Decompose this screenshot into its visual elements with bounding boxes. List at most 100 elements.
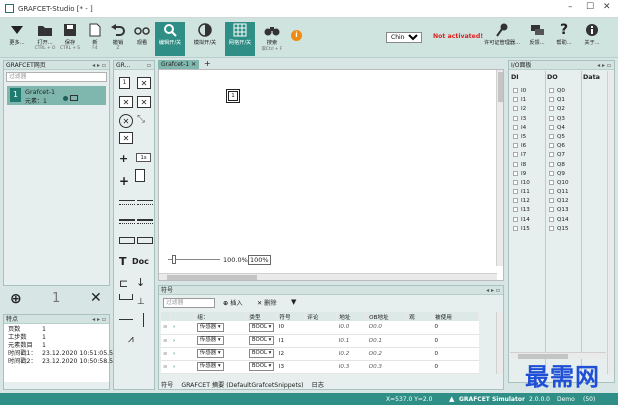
type-dropdown[interactable]: BOOL ▾ bbox=[248, 362, 275, 371]
canvas-vscrollbar[interactable] bbox=[496, 70, 503, 266]
col-group[interactable]: 组： bbox=[194, 312, 248, 321]
di-item[interactable]: I10 bbox=[513, 179, 530, 189]
pages-filter-input[interactable]: 过滤器 bbox=[6, 72, 107, 82]
timer-tool[interactable]: 1s bbox=[136, 153, 151, 162]
di-checkbox[interactable] bbox=[513, 179, 518, 185]
do-item[interactable]: Q10 bbox=[549, 179, 569, 189]
col-view[interactable]: 观 bbox=[406, 312, 434, 321]
do-checkbox[interactable] bbox=[549, 179, 554, 185]
row-handle-icon[interactable]: ≡ bbox=[163, 324, 168, 330]
tab-grafcet-1[interactable]: Grafcet-1 ✕ bbox=[158, 60, 200, 69]
alternative-join-tool[interactable] bbox=[137, 200, 153, 205]
doc-tool[interactable]: Doc bbox=[132, 257, 149, 266]
action-tool[interactable] bbox=[119, 237, 135, 244]
step-tool[interactable]: 1 bbox=[119, 77, 130, 89]
do-item[interactable]: Q15 bbox=[549, 225, 569, 235]
add-tab-button[interactable]: + bbox=[204, 59, 211, 68]
symbols-vscrollbar[interactable] bbox=[496, 312, 503, 374]
comment-cell[interactable] bbox=[304, 334, 337, 348]
do-item[interactable]: Q8 bbox=[549, 161, 569, 171]
partial-grafcet-tool[interactable]: ✕ bbox=[119, 114, 133, 128]
di-item[interactable]: I4 bbox=[513, 124, 530, 134]
do-item[interactable]: Q11 bbox=[549, 189, 569, 198]
ob-address-cell[interactable]: O0.2 bbox=[366, 347, 407, 361]
pin-icon[interactable]: ◂ ▸ ▫ bbox=[92, 315, 106, 324]
do-item[interactable]: Q4 bbox=[549, 124, 569, 134]
di-checkbox[interactable] bbox=[513, 133, 518, 139]
ob-address-cell[interactable]: O0.1 bbox=[366, 334, 407, 348]
do-item[interactable]: Q2 bbox=[549, 106, 569, 115]
type-dropdown[interactable]: BOOL ▾ bbox=[248, 349, 275, 358]
license-button[interactable]: 许可证管理器... bbox=[483, 22, 521, 56]
do-checkbox[interactable] bbox=[549, 152, 554, 158]
ob-address-cell[interactable]: O0.0 bbox=[366, 321, 407, 335]
do-checkbox[interactable] bbox=[549, 189, 554, 195]
comment-cell[interactable] bbox=[304, 360, 337, 374]
do-checkbox[interactable] bbox=[549, 106, 554, 112]
symbol-row[interactable]: ≡ › 传感器 ▾ BOOL ▾ I3 I0.3 O0.3 0 bbox=[161, 360, 479, 374]
view-cell[interactable] bbox=[406, 334, 433, 348]
do-item[interactable]: Q6 bbox=[549, 143, 569, 152]
add-page-icon[interactable]: ⊕ bbox=[10, 291, 22, 307]
comment-cell[interactable] bbox=[304, 321, 337, 335]
tab-symbols[interactable]: 符号 bbox=[161, 382, 173, 389]
symbol-cell[interactable]: I1 bbox=[276, 334, 305, 348]
address-cell[interactable]: I0.1 bbox=[336, 334, 367, 348]
more-button[interactable]: 更多... bbox=[2, 22, 32, 56]
do-item[interactable]: Q0 bbox=[549, 88, 569, 97]
di-checkbox[interactable] bbox=[513, 106, 518, 112]
di-checkbox[interactable] bbox=[513, 161, 518, 167]
symbol-cell[interactable]: I3 bbox=[276, 360, 305, 374]
di-checkbox[interactable] bbox=[513, 115, 518, 121]
di-item[interactable]: I14 bbox=[513, 216, 530, 226]
di-checkbox[interactable] bbox=[513, 189, 518, 195]
grid-toggle-button[interactable]: 网格开/关 bbox=[225, 22, 255, 56]
do-checkbox[interactable] bbox=[549, 124, 554, 130]
do-checkbox[interactable] bbox=[549, 97, 554, 103]
di-item[interactable]: I1 bbox=[513, 97, 530, 106]
di-item[interactable]: I8 bbox=[513, 161, 530, 171]
do-item[interactable]: Q14 bbox=[549, 216, 569, 226]
view-cell[interactable] bbox=[406, 321, 433, 335]
expand-chevron-icon[interactable]: › bbox=[173, 364, 175, 370]
di-item[interactable]: I0 bbox=[513, 88, 530, 97]
di-item[interactable]: I5 bbox=[513, 133, 530, 143]
view-cell[interactable] bbox=[406, 347, 433, 361]
do-checkbox[interactable] bbox=[549, 161, 554, 167]
delete-button[interactable]: ✕ 删除 bbox=[257, 298, 277, 307]
bracket-tool[interactable]: ⊏ bbox=[119, 277, 128, 290]
col-address[interactable]: 地址 bbox=[336, 312, 368, 321]
type-dropdown[interactable]: BOOL ▾ bbox=[248, 336, 275, 345]
page-item[interactable]: 1 Grafcet-1 元素：1 bbox=[7, 86, 106, 105]
do-item[interactable]: Q12 bbox=[549, 198, 569, 207]
zoom-reset-button[interactable]: 100% bbox=[248, 255, 271, 265]
do-item[interactable]: Q5 bbox=[549, 133, 569, 143]
line-vertical-tool[interactable] bbox=[143, 313, 144, 327]
address-cell[interactable]: I0.0 bbox=[336, 321, 367, 335]
observe-button[interactable]: 观看 bbox=[127, 22, 157, 56]
about-button[interactable]: 关于... bbox=[579, 22, 605, 56]
text-tool[interactable]: T bbox=[119, 255, 127, 268]
pin-icon[interactable]: ◂ ▸ ▫ bbox=[597, 61, 611, 70]
view-cell[interactable] bbox=[406, 360, 433, 374]
row-handle-icon[interactable]: ≡ bbox=[163, 364, 168, 370]
do-item[interactable]: Q3 bbox=[549, 115, 569, 125]
enclosed-step-tool[interactable]: ✕ bbox=[119, 132, 133, 144]
transition-tool[interactable]: + bbox=[119, 152, 128, 165]
parallel-join-tool[interactable] bbox=[137, 219, 153, 224]
do-checkbox[interactable] bbox=[549, 225, 554, 231]
edit-toggle-button[interactable]: 编辑开/关 bbox=[155, 22, 185, 56]
col-type[interactable]: 类型 bbox=[246, 312, 278, 321]
chart-tool-icon[interactable]: ⩘ bbox=[128, 334, 134, 345]
action-block-tool[interactable] bbox=[137, 237, 153, 244]
expand-chevron-icon[interactable]: › bbox=[173, 324, 175, 330]
di-checkbox[interactable] bbox=[513, 97, 518, 103]
sim-toggle-button[interactable]: 模拟开/关 bbox=[190, 22, 220, 56]
type-dropdown[interactable]: BOOL ▾ bbox=[248, 322, 275, 332]
do-checkbox[interactable] bbox=[549, 216, 554, 222]
di-checkbox[interactable] bbox=[513, 152, 518, 158]
caret-down-icon[interactable]: ▼ bbox=[291, 298, 296, 306]
pin-icon[interactable]: ▫ bbox=[147, 61, 151, 70]
expand-chevron-icon[interactable]: › bbox=[173, 351, 175, 357]
symbol-cell[interactable]: I0 bbox=[276, 321, 305, 335]
